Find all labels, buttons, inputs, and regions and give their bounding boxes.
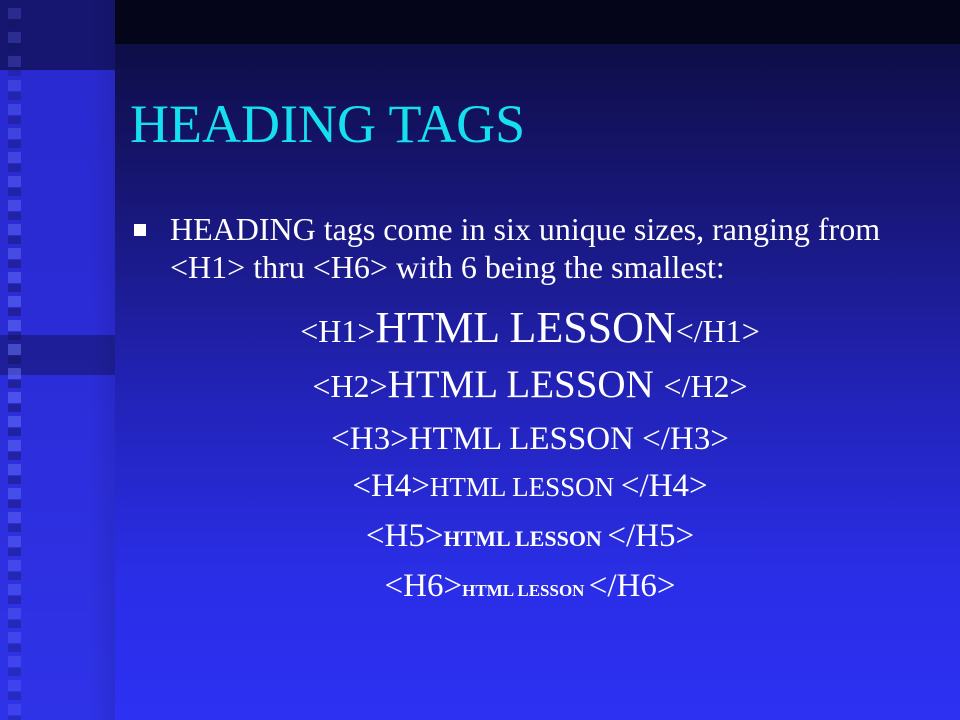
slide-title: HEADING TAGS [130,94,526,154]
decorative-square [8,8,21,19]
decorative-square [8,284,21,292]
square-bullet-icon [134,224,146,236]
decorative-square [8,356,21,364]
close-tag: </H3> [642,421,729,457]
decorative-square [8,704,21,715]
decorative-square [8,656,21,667]
open-tag: <H6> [384,568,463,604]
decorative-square [8,236,21,244]
close-tag: </H1> [675,313,760,349]
close-tag: </H2> [663,368,748,404]
decorative-square [8,500,21,508]
heading-example-h1: <H1>HTML LESSON</H1> [140,302,920,354]
decorative-square [8,380,21,388]
decorative-square [8,632,21,643]
decorative-square [8,560,21,571]
heading-example-h4: <H4>HTML LESSON </H4> [140,468,920,505]
decorative-square [8,248,21,259]
decorative-square [8,200,21,211]
open-tag: <H5> [365,518,444,554]
decorative-square [8,608,21,619]
decorative-square [8,596,21,604]
decorative-square [8,320,21,331]
decorative-square [8,296,21,307]
decorative-square-column [0,0,40,720]
decorative-square [8,692,21,700]
decorative-square [8,152,21,163]
decorative-square [8,404,21,412]
heading-example-h3: <H3>HTML LESSON </H3> [140,418,920,460]
decorative-square [8,188,21,196]
decorative-square [8,716,21,720]
decorative-square [8,104,21,115]
open-tag: <H3> [331,421,409,457]
lesson-text: HTML LESSON [408,421,643,457]
decorative-square [8,32,21,43]
decorative-square [8,20,21,28]
decorative-square [8,260,21,268]
bullet-text: HEADING tags come in six unique sizes, r… [170,211,881,285]
decorative-square [8,680,21,691]
close-tag: </H4> [620,468,708,504]
decorative-square [8,440,21,451]
decorative-square [8,536,21,547]
decorative-square [8,548,21,556]
open-tag: <H4> [352,468,430,504]
decorative-square [8,620,21,628]
close-tag: </H5> [607,518,695,554]
decorative-square [8,212,21,220]
top-dark-band [115,0,960,44]
decorative-square [8,116,21,124]
decorative-square [8,488,21,499]
decorative-square [8,368,21,379]
decorative-square [8,512,21,523]
heading-example-h5: <H5>HTML LESSON </H5> [140,518,920,555]
decorative-square [8,92,21,100]
open-tag: <H2> [312,368,388,404]
decorative-square [8,128,21,139]
decorative-square [8,68,21,76]
decorative-square [8,476,21,484]
decorative-square [8,308,21,316]
decorative-square [8,524,21,532]
decorative-square [8,644,21,652]
decorative-square [8,572,21,580]
decorative-square [8,164,21,172]
decorative-square [8,464,21,475]
decorative-square [8,428,21,436]
decorative-square [8,56,21,67]
heading-example-h6: <H6>HTML LESSON </H6> [140,568,920,605]
lesson-text: HTML LESSON [387,363,664,406]
decorative-square [8,224,21,235]
open-tag: <H1> [300,313,376,349]
decorative-square [8,44,21,52]
decorative-square [8,140,21,148]
decorative-square [8,392,21,403]
lesson-text: HTML LESSON [375,303,676,352]
decorative-square [8,176,21,187]
decorative-square [8,272,21,283]
lesson-text: HTML LESSON [462,581,589,600]
lesson-text: HTML LESSON [443,526,608,551]
heading-example-h2: <H2>HTML LESSON </H2> [140,362,920,408]
lesson-text: HTML LESSON [429,472,621,502]
decorative-square [8,344,21,355]
left-decorative-strip [0,0,115,720]
close-tag: </H6> [588,568,676,604]
decorative-square [8,416,21,427]
decorative-square [8,584,21,595]
decorative-square [8,332,21,340]
decorative-square [8,80,21,91]
decorative-square [8,452,21,460]
slide: HEADING TAGS HEADING tags come in six un… [0,0,960,720]
decorative-square [8,668,21,676]
